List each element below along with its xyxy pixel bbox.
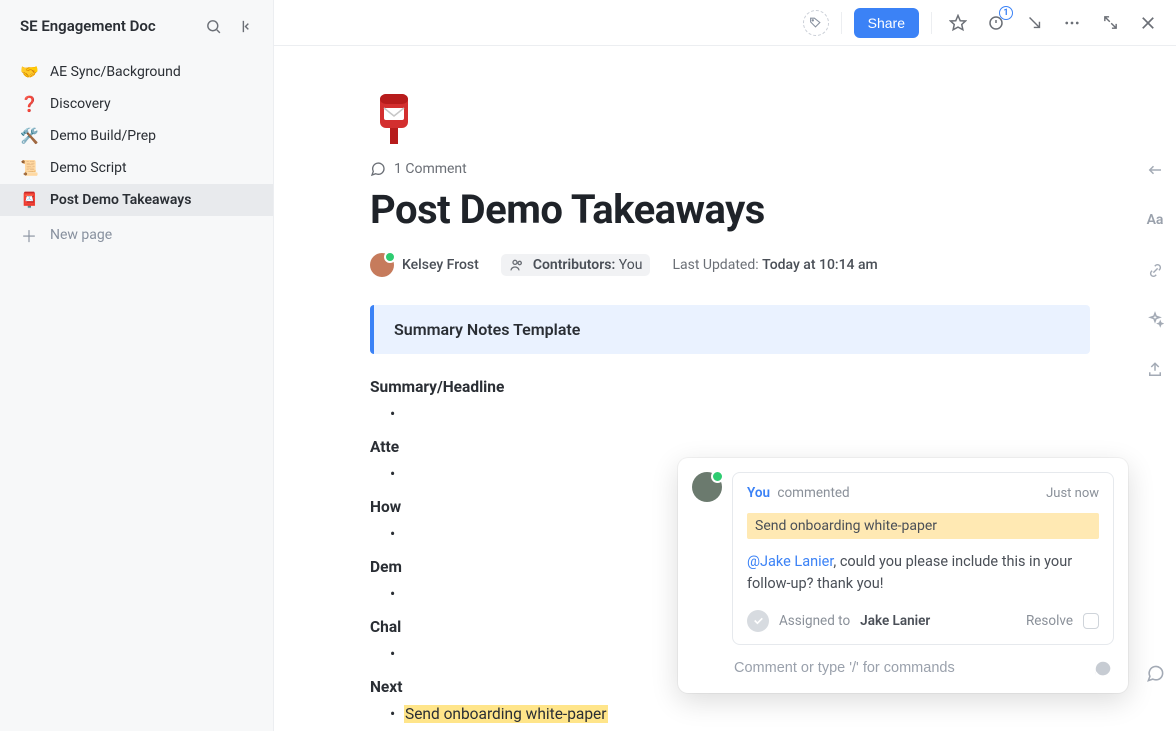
plus-icon: ＋ (20, 223, 38, 247)
sidebar-item-label: New page (50, 227, 112, 243)
sidebar-header: SE Engagement Doc (0, 0, 273, 52)
collapse-sidebar-icon[interactable] (233, 14, 257, 38)
comment-author: You (747, 485, 770, 501)
postbox-icon: 📮 (20, 191, 38, 209)
notification-badge: 1 (999, 6, 1013, 20)
contributors-value: You (619, 257, 643, 273)
comment-quote: Send onboarding white-paper (747, 513, 1099, 539)
content: 1 Comment Post Demo Takeaways Kelsey Fro… (274, 46, 1176, 731)
owner[interactable]: Kelsey Frost (370, 253, 479, 277)
sidebar-item-demo-script[interactable]: 📜 Demo Script (0, 152, 273, 184)
comment-compose (678, 645, 1128, 693)
mention[interactable]: @Jake Lanier (747, 553, 833, 570)
divider (841, 12, 842, 34)
page-meta: Kelsey Frost Contributors: You Last Upda… (370, 253, 1090, 277)
sidebar-item-label: Post Demo Takeaways (50, 192, 191, 208)
sidebar-item-post-demo[interactable]: 📮 Post Demo Takeaways (0, 184, 273, 216)
avatar (370, 253, 394, 277)
send-icon[interactable] (1092, 657, 1114, 679)
highlighted-text: Send onboarding white-paper (404, 705, 608, 723)
more-icon[interactable] (1058, 9, 1086, 37)
check-circle-icon (747, 610, 769, 632)
star-icon[interactable] (944, 9, 972, 37)
assigned-label: Assigned to (779, 613, 850, 629)
sidebar-item-label: AE Sync/Background (50, 64, 181, 80)
last-updated-value: Today at 10:14 am (762, 257, 878, 273)
sidebar: SE Engagement Doc 🤝 AE Sync/Background ❓… (0, 0, 274, 731)
list-item[interactable]: Send onboarding white-paper (390, 702, 1090, 727)
sidebar-item-label: Demo Script (50, 160, 127, 176)
section-heading: Summary/Headline (370, 378, 1090, 396)
assignee-name[interactable]: Jake Lanier (860, 613, 930, 629)
tag-icon[interactable] (803, 10, 829, 36)
doc-workspace-title: SE Engagement Doc (20, 17, 193, 35)
comment-action: commented (777, 485, 849, 501)
last-updated: Last Updated: Today at 10:14 am (672, 257, 877, 273)
sidebar-item-demo-build[interactable]: 🛠️ Demo Build/Prep (0, 120, 273, 152)
comment-count-label: 1 Comment (394, 161, 467, 177)
sidebar-item-label: Discovery (50, 96, 111, 112)
sidebar-item-label: Demo Build/Prep (50, 128, 156, 144)
topbar: Share 1 (274, 0, 1176, 46)
sidebar-item-ae-sync[interactable]: 🤝 AE Sync/Background (0, 56, 273, 88)
comment-header: You commented Just now (747, 485, 1099, 501)
owner-name: Kelsey Frost (402, 257, 479, 273)
sidebar-new-page[interactable]: ＋ New page (0, 216, 273, 254)
people-icon (509, 257, 525, 273)
question-icon: ❓ (20, 95, 38, 113)
main: Share 1 (274, 0, 1176, 731)
contributors[interactable]: Contributors: You (501, 254, 651, 276)
handshake-icon: 🤝 (20, 63, 38, 81)
section-heading: Atte (370, 438, 1090, 456)
page-emoji-postbox[interactable] (370, 90, 418, 146)
sidebar-nav: 🤝 AE Sync/Background ❓ Discovery 🛠️ Demo… (0, 52, 273, 254)
comment-count[interactable]: 1 Comment (370, 161, 1090, 177)
comment-popover: You commented Just now Send onboarding w… (678, 458, 1128, 693)
comment-time: Just now (1046, 486, 1099, 501)
resolve-checkbox[interactable] (1083, 613, 1099, 629)
scroll-icon: 📜 (20, 159, 38, 177)
assignment-row: Assigned to Jake Lanier Resolve (747, 610, 1099, 632)
page-title[interactable]: Post Demo Takeaways (370, 186, 1090, 233)
close-icon[interactable] (1134, 9, 1162, 37)
comment-card: You commented Just now Send onboarding w… (732, 472, 1114, 645)
search-icon[interactable] (201, 14, 225, 38)
comment-input[interactable] (734, 660, 1082, 676)
callout-block[interactable]: Summary Notes Template (370, 305, 1090, 354)
contributors-label: Contributors: (533, 257, 615, 273)
share-button[interactable]: Share (854, 8, 919, 38)
list-item[interactable] (390, 402, 1090, 422)
last-updated-label: Last Updated: (672, 257, 758, 273)
resolve-label[interactable]: Resolve (1026, 613, 1073, 629)
divider (931, 12, 932, 34)
comment-message: @Jake Lanier, could you please include t… (747, 551, 1099, 596)
avatar (692, 472, 722, 502)
expand-icon[interactable] (1096, 9, 1124, 37)
sidebar-item-discovery[interactable]: ❓ Discovery (0, 88, 273, 120)
tools-icon: 🛠️ (20, 127, 38, 145)
notifications-icon[interactable]: 1 (982, 9, 1010, 37)
download-icon[interactable] (1020, 9, 1048, 37)
